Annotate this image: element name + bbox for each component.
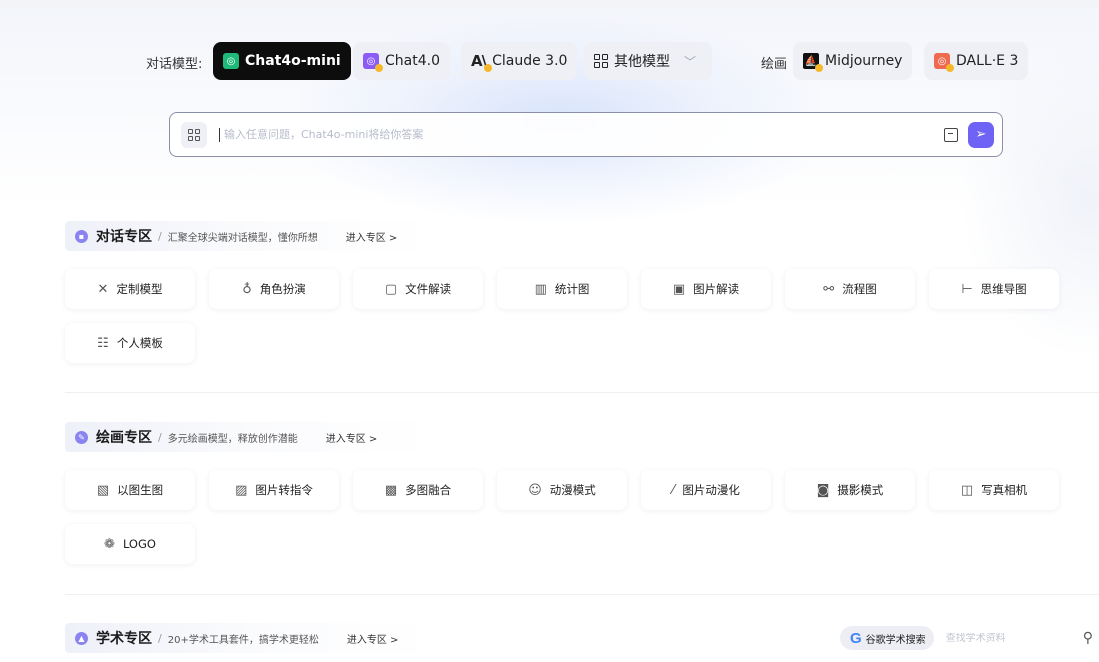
card-stat-chart[interactable]: ▥ 统计图 (497, 269, 627, 309)
clipboard-icon[interactable] (944, 127, 958, 142)
section-chat: ▪ 对话专区 / 汇聚全球尖端对话模型，懂你所想 进入专区 > ✕ 定制模型 ♁ 角… (65, 221, 1099, 363)
enter-section-link[interactable]: 进入专区 > (326, 430, 378, 445)
openai-icon: ◎ (223, 53, 239, 69)
chat-input-box: ➢ (169, 112, 1003, 157)
grid-icon (188, 128, 200, 141)
card-personal-template[interactable]: ☷ 个人模板 (65, 323, 195, 363)
image-refresh-icon: ▧ (96, 482, 110, 498)
section-desc: 汇聚全球尖端对话模型，懂你所想 (167, 232, 318, 244)
openai-icon: ◎ (363, 53, 383, 72)
apps-button[interactable] (181, 121, 207, 148)
model-chip-label: Chat4o-mini (245, 53, 341, 69)
other-models-dropdown[interactable]: 其他模型 ﹀ (584, 42, 712, 80)
camera-icon: ◙ (816, 482, 830, 498)
card-logo[interactable]: ❁ LOGO (65, 524, 195, 564)
header-gradient (0, 8, 1099, 208)
top-band (0, 0, 1099, 8)
image-ai-icon: ▩ (384, 482, 398, 498)
card-photo-mode[interactable]: ◙ 摄影模式 (785, 470, 915, 510)
logo-icon: ❁ (104, 536, 115, 552)
section-title: 学术专区 (96, 631, 152, 647)
card-custom-model[interactable]: ✕ 定制模型 (65, 269, 195, 309)
model-chip-label: 其他模型 (614, 54, 670, 70)
openai-icon: ◎ (934, 53, 954, 72)
divider (65, 594, 1099, 595)
send-icon: ➢ (975, 127, 987, 142)
model-chip-chat4[interactable]: ◎ Chat4.0 (353, 42, 450, 80)
card-image-read[interactable]: ▣ 图片解读 (641, 269, 771, 309)
file-ai-icon: ▢ (384, 281, 398, 297)
section-header: ▪ 对话专区 / 汇聚全球尖端对话模型，懂你所想 进入专区 > (65, 221, 685, 251)
image-text-icon: ▨ (235, 482, 248, 498)
model-chip-label: Midjourney (825, 53, 903, 69)
portrait-icon: ◫ (960, 482, 974, 498)
section-draw: ✎ 绘画专区 / 多元绘画模型，释放创作潜能 进入专区 > ▧ 以图生图 ▨ 图片转… (65, 422, 1099, 564)
google-icon: G (850, 629, 862, 647)
card-image-anime[interactable]: ⁄ 图片动漫化 (641, 470, 771, 510)
scholar-input[interactable] (945, 632, 1066, 644)
midjourney-icon: ⛵ (803, 53, 823, 72)
enter-section-link[interactable]: 进入专区 > (347, 631, 399, 646)
model-chip-midjourney[interactable]: ⛵ Midjourney (793, 42, 913, 80)
model-chip-label: Claude 3.0 (492, 53, 568, 69)
card-file-read[interactable]: ▢ 文件解读 (353, 269, 483, 309)
page: 对话模型: ◎ Chat4o-mini ◎ Chat4.0 A\ Claude … (0, 0, 1099, 662)
image-icon: ▣ (672, 281, 686, 297)
card-image-to-prompt[interactable]: ▨ 图片转指令 (209, 470, 339, 510)
enter-section-link[interactable]: 进入专区 > (346, 229, 398, 244)
model-chip-label: DALL·E 3 (956, 53, 1019, 69)
section-header: ✎ 绘画专区 / 多元绘画模型，释放创作潜能 进入专区 > (65, 422, 685, 452)
model-chip-label: Chat4.0 (385, 53, 440, 69)
card-portrait-camera[interactable]: ◫ 写真相机 (929, 470, 1059, 510)
decorative-arc (959, 40, 1099, 360)
bar-chart-icon: ▥ (534, 281, 547, 297)
model-bar: 对话模型: ◎ Chat4o-mini ◎ Chat4.0 A\ Claude … (0, 42, 1099, 80)
magic-wand-icon: ✕ (97, 281, 109, 297)
section-title: 绘画专区 (96, 430, 152, 446)
send-button[interactable]: ➢ (968, 121, 994, 148)
section-title: 对话专区 (96, 229, 152, 245)
users-icon: ♁ (242, 281, 252, 297)
divider (65, 392, 1099, 393)
scholar-search: G 谷歌学术搜索 ⚲ (840, 626, 1099, 650)
chat-model-label: 对话模型: (146, 57, 203, 72)
card-flowchart[interactable]: ⚯ 流程图 (785, 269, 915, 309)
section-desc: 20+学术工具套件，搞学术更轻松 (167, 634, 319, 646)
magic-wand-icon: ⁄ (672, 482, 675, 498)
anime-face-icon: ☺ (528, 482, 542, 498)
section-desc: 多元绘画模型，释放创作潜能 (167, 433, 298, 445)
chat-input[interactable] (219, 127, 944, 142)
chevron-down-icon: ﹀ (684, 54, 697, 69)
section-header: ▲ 学术专区 / 20+学术工具套件，搞学术更轻松 进入专区 > (65, 623, 685, 653)
template-icon: ☷ (97, 335, 109, 351)
tree-icon: ⊢ (961, 281, 973, 297)
flow-icon: ⚯ (823, 281, 835, 297)
model-chip-dalle3[interactable]: ◎ DALL·E 3 (924, 42, 1029, 80)
model-chip-chat4o-mini[interactable]: ◎ Chat4o-mini (213, 42, 351, 80)
card-multi-blend[interactable]: ▩ 多图融合 (353, 470, 483, 510)
palette-icon: ✎ (75, 430, 88, 444)
anthropic-icon: A\ (471, 52, 493, 72)
google-scholar-button[interactable]: G 谷歌学术搜索 (840, 626, 934, 650)
search-icon[interactable]: ⚲ (1083, 630, 1093, 646)
chat-bubble-icon: ▪ (75, 229, 88, 243)
draw-model-label: 绘画 (761, 57, 788, 72)
card-anime-mode[interactable]: ☺ 动漫模式 (497, 470, 627, 510)
card-mindmap[interactable]: ⊢ 思维导图 (929, 269, 1059, 309)
card-image-to-image[interactable]: ▧ 以图生图 (65, 470, 195, 510)
model-chip-claude[interactable]: A\ Claude 3.0 (461, 42, 578, 80)
card-role-play[interactable]: ♁ 角色扮演 (209, 269, 339, 309)
grid-icon (594, 54, 608, 68)
graduation-cap-icon: ▲ (75, 631, 88, 645)
